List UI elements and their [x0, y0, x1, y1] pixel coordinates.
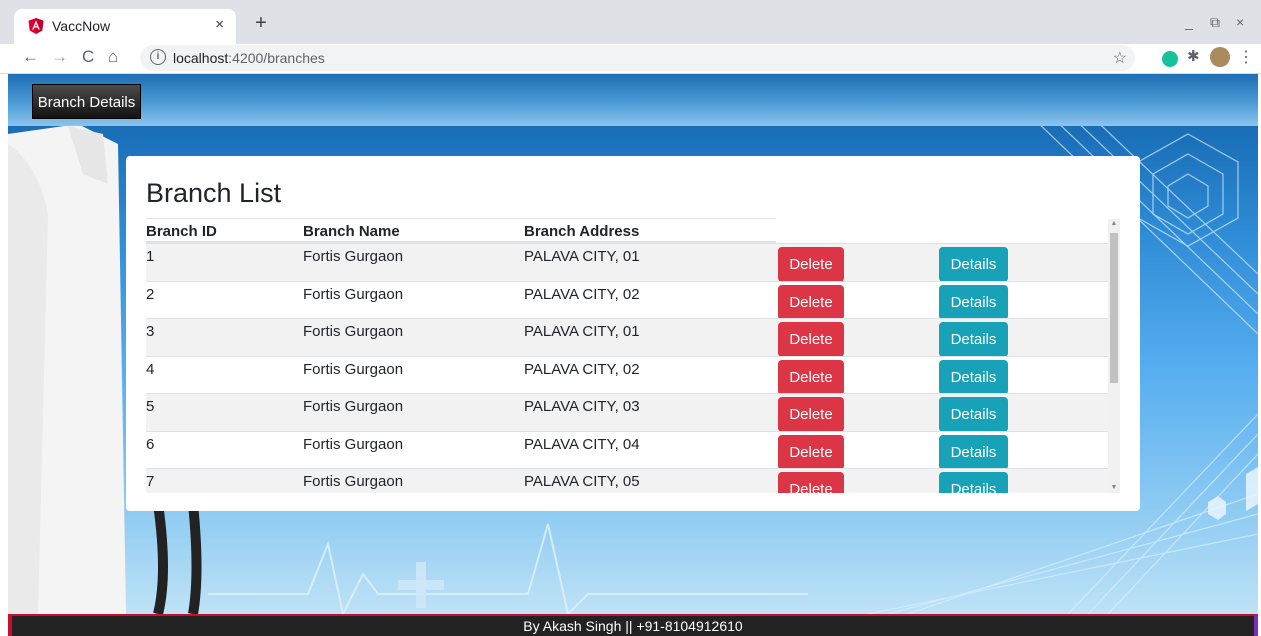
cell-branch-address: PALAVA CITY, 05 — [524, 473, 640, 490]
cell-branch-address: PALAVA CITY, 02 — [524, 360, 640, 378]
branch-details-nav-button[interactable]: Branch Details — [32, 84, 141, 119]
cell-branch-address: PALAVA CITY, 01 — [524, 248, 640, 265]
delete-button[interactable]: Delete — [778, 434, 844, 470]
url-path: :4200/branches — [228, 50, 325, 66]
cell-branch-id: 4 — [146, 360, 155, 378]
extensions-puzzle-icon[interactable]: ✱ — [1187, 47, 1203, 65]
footer: By Akash Singh || +91-8104912610 — [8, 614, 1258, 636]
new-tab-button[interactable]: + — [250, 13, 272, 35]
footer-credit: By Akash Singh || +91-8104912610 — [523, 618, 743, 634]
address-bar[interactable]: i localhost:4200/branches ☆ — [140, 45, 1135, 71]
tab-title: VaccNow — [52, 18, 111, 34]
site-info-icon[interactable]: i — [150, 49, 166, 65]
details-button[interactable]: Details — [939, 434, 1008, 470]
cell-branch-name: Fortis Gurgaon — [303, 360, 404, 378]
url-host: localhost — [173, 50, 229, 66]
table-row: 5 Fortis Gurgaon PALAVA CITY, 03 Delete … — [146, 393, 1108, 432]
cell-branch-id: 3 — [146, 323, 155, 340]
url-text: localhost:4200/branches — [173, 50, 325, 66]
page-title: Branch List — [146, 178, 282, 208]
cell-branch-name: Fortis Gurgaon — [303, 248, 404, 265]
table-row: 2 Fortis Gurgaon PALAVA CITY, 02 Delete … — [146, 280, 1108, 320]
table-row: 3 Fortis Gurgaon PALAVA CITY, 01 Delete … — [146, 318, 1108, 357]
restore-icon[interactable]: ⧉ — [1210, 14, 1220, 31]
table-row: 6 Fortis Gurgaon PALAVA CITY, 04 Delete … — [146, 430, 1108, 470]
reload-icon[interactable]: C — [82, 47, 94, 67]
details-button[interactable]: Details — [939, 247, 1008, 282]
browser-toolbar: ← → C ⌂ i localhost:4200/branches ☆ — [0, 44, 1261, 74]
table-scrollbar[interactable]: ▲ ▼ — [1108, 219, 1120, 493]
minimize-icon[interactable]: _ — [1185, 14, 1193, 30]
table-row: 7 Fortis Gurgaon PALAVA CITY, 05 Delete … — [146, 468, 1108, 493]
delete-button[interactable]: Delete — [778, 322, 844, 357]
scrollbar-thumb[interactable] — [1110, 233, 1118, 383]
bookmark-star-icon[interactable]: ☆ — [1113, 48, 1127, 68]
home-icon[interactable]: ⌂ — [108, 47, 118, 67]
browser-tab-bar: VaccNow × + _ ⧉ × — [0, 0, 1261, 44]
cell-branch-name: Fortis Gurgaon — [303, 323, 404, 340]
cell-branch-name: Fortis Gurgaon — [303, 435, 404, 453]
cell-branch-address: PALAVA CITY, 03 — [524, 398, 640, 415]
top-navbar: Branch Details — [8, 74, 1258, 126]
column-header-branch-id: Branch ID — [146, 223, 217, 240]
details-button[interactable]: Details — [939, 472, 1008, 493]
details-button[interactable]: Details — [939, 359, 1008, 395]
delete-button[interactable]: Delete — [778, 397, 844, 432]
angular-favicon-icon — [28, 18, 44, 34]
cell-branch-address: PALAVA CITY, 02 — [524, 285, 640, 303]
details-button[interactable]: Details — [939, 397, 1008, 432]
scroll-down-arrow-icon[interactable]: ▼ — [1108, 484, 1120, 491]
column-header-branch-name: Branch Name — [303, 223, 400, 240]
page-viewport: Branch Details Branch List Branch ID Bra… — [0, 74, 1261, 636]
cell-branch-id: 5 — [146, 398, 155, 415]
column-header-branch-address: Branch Address — [524, 223, 640, 240]
window-close-icon[interactable]: × — [1236, 14, 1244, 30]
details-button[interactable]: Details — [939, 322, 1008, 357]
delete-button[interactable]: Delete — [778, 247, 844, 282]
cell-branch-address: PALAVA CITY, 01 — [524, 323, 640, 340]
details-button[interactable]: Details — [939, 284, 1008, 320]
table-row: 1 Fortis Gurgaon PALAVA CITY, 01 Delete … — [146, 243, 1108, 282]
table-header: Branch ID Branch Name Branch Address — [146, 218, 776, 243]
cell-branch-id: 6 — [146, 435, 155, 453]
cell-branch-name: Fortis Gurgaon — [303, 473, 404, 490]
back-icon[interactable]: ← — [22, 47, 39, 67]
cell-branch-id: 1 — [146, 248, 155, 265]
browser-menu-icon[interactable]: ⋮ — [1238, 47, 1254, 66]
table-row: 4 Fortis Gurgaon PALAVA CITY, 02 Delete … — [146, 355, 1108, 395]
cell-branch-id: 7 — [146, 473, 155, 490]
cell-branch-id: 2 — [146, 285, 155, 303]
delete-button[interactable]: Delete — [778, 284, 844, 320]
cell-branch-address: PALAVA CITY, 04 — [524, 435, 640, 453]
tab-close-icon[interactable]: × — [215, 16, 224, 33]
table-body[interactable]: 1 Fortis Gurgaon PALAVA CITY, 01 Delete … — [146, 243, 1108, 493]
forward-icon[interactable]: → — [51, 47, 68, 67]
profile-avatar[interactable] — [1210, 47, 1230, 67]
cell-branch-name: Fortis Gurgaon — [303, 285, 404, 303]
delete-button[interactable]: Delete — [778, 472, 844, 493]
scroll-up-arrow-icon[interactable]: ▲ — [1108, 220, 1120, 227]
grammarly-extension-icon[interactable] — [1162, 51, 1178, 67]
delete-button[interactable]: Delete — [778, 359, 844, 395]
browser-tab[interactable]: VaccNow × — [14, 9, 236, 44]
branch-list-card: Branch List Branch ID Branch Name Branch… — [126, 156, 1140, 511]
cell-branch-name: Fortis Gurgaon — [303, 398, 404, 415]
